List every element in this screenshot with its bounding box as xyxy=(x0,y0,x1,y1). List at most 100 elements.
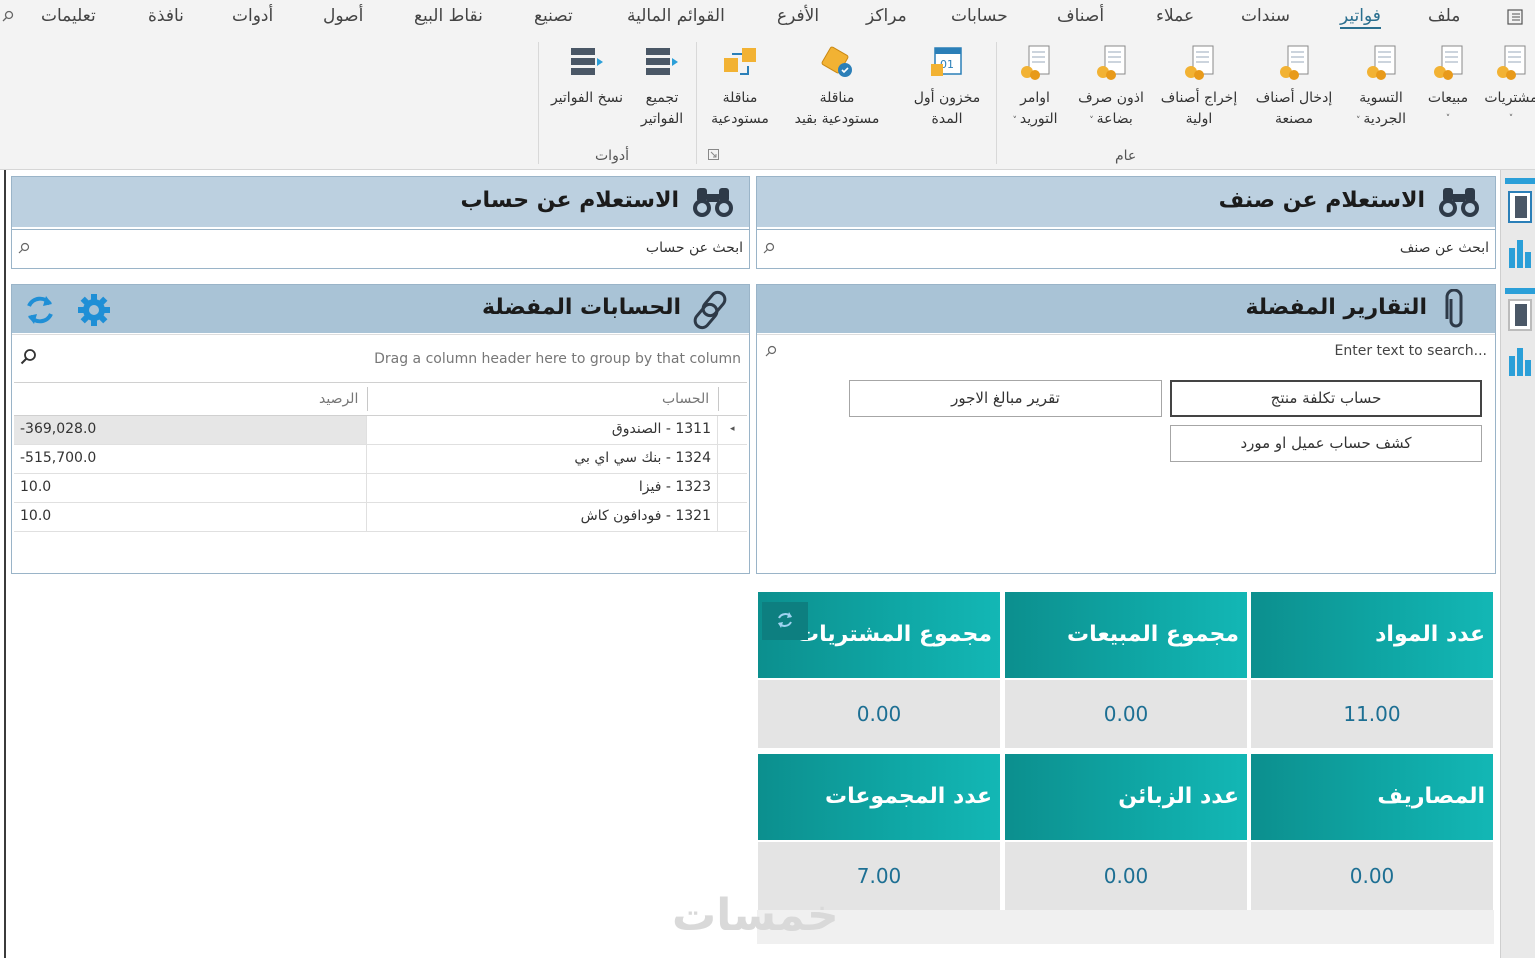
sales-button[interactable]: مبيعات ˅ xyxy=(1420,40,1476,130)
menu-file[interactable]: ملف xyxy=(1428,6,1460,26)
stat-tile-items-count: عدد المواد xyxy=(1251,592,1493,678)
refresh-icon xyxy=(778,612,792,628)
wages-report-button[interactable]: تقرير مبالغ الاجور xyxy=(849,380,1162,417)
dropdown-arrow-icon: ˅ xyxy=(1508,114,1514,124)
search-icon[interactable] xyxy=(2,10,14,22)
invoice-icon xyxy=(1021,45,1050,80)
purchases-button[interactable]: مشتريات ˅ xyxy=(1480,40,1535,130)
dropdown-arrow-icon: ˅ xyxy=(1089,116,1097,126)
ribbon: مشتريات ˅ مبيعات ˅ التسوية ˅ الجردية إدخ… xyxy=(0,36,1535,170)
row-indicator-icon: ◂ xyxy=(730,424,735,434)
reports-search-placeholder: Enter text to search... xyxy=(1334,343,1487,359)
manufactured-items-in-label-2: مصنعة xyxy=(1274,111,1314,127)
manufactured-items-in-label: إدخال أصناف xyxy=(1255,90,1333,106)
favorite-reports-header: التقارير المفضلة xyxy=(757,285,1495,333)
gear-icon[interactable] xyxy=(76,292,112,328)
menu-financial-statements[interactable]: القوائم المالية xyxy=(627,6,725,26)
table-row[interactable]: 10.0 1323 - فيزا xyxy=(14,474,747,503)
menu-items[interactable]: أصناف xyxy=(1057,6,1104,26)
menu-vouchers[interactable]: سندات xyxy=(1241,6,1290,26)
balance-cell[interactable]: -369,028.0 xyxy=(14,416,367,444)
balance-cell[interactable]: 10.0 xyxy=(14,474,367,502)
stat-label: عدد المجموعات xyxy=(824,784,992,809)
stat-value: 0.00 xyxy=(1005,842,1247,910)
column-header-balance[interactable]: الرصيد xyxy=(319,391,358,407)
column-separator xyxy=(367,387,368,411)
chart-icon[interactable] xyxy=(1507,344,1535,376)
search-icon xyxy=(18,242,30,254)
menu-accounts[interactable]: حسابات xyxy=(951,6,1008,26)
table-row[interactable]: -515,700.0 1324 - بنك سي اي بي xyxy=(14,445,747,474)
account-search-panel: الاستعلام عن حساب ابحث عن حساب xyxy=(11,176,750,269)
watermark: خمسات xyxy=(672,890,839,941)
warehouse-transfer-label: مناقلة xyxy=(722,90,758,106)
warehouse-transfer-entry-label-2: مستودعية بقيد xyxy=(794,111,880,127)
copy-icon xyxy=(571,48,603,75)
menu-invoices[interactable]: فواتير xyxy=(1340,6,1381,29)
sales-label: مبيعات xyxy=(1427,90,1469,106)
merge-invoices-button[interactable]: تجميع الفواتير xyxy=(634,40,690,130)
app-menu-icon[interactable] xyxy=(1506,8,1524,26)
group-label-tools: أدوات xyxy=(595,148,629,164)
raw-items-out-label: إخراج أصناف xyxy=(1160,90,1238,106)
menu-centers[interactable]: مراكز xyxy=(866,6,907,26)
menu-assets[interactable]: أصول xyxy=(323,6,363,26)
menu-help[interactable]: تعليمات xyxy=(41,6,96,26)
search-icon[interactable] xyxy=(20,348,38,366)
account-cell[interactable]: 1323 - فيزا xyxy=(368,474,718,502)
balance-cell[interactable]: -515,700.0 xyxy=(14,445,367,473)
reports-search-input[interactable]: Enter text to search... xyxy=(757,334,1495,366)
stat-tile-sales-total: مجموع المبيعات xyxy=(1005,592,1247,678)
menu-pos[interactable]: نقاط البيع xyxy=(414,6,483,26)
raw-items-out-button[interactable]: إخراج أصناف اولية xyxy=(1156,40,1242,130)
stats-refresh-button[interactable] xyxy=(762,602,808,640)
dropdown-arrow-icon: ˅ xyxy=(1445,114,1451,124)
account-cell[interactable]: 1311 - الصندوق xyxy=(368,416,718,444)
product-cost-report-button[interactable]: حساب تكلفة منتج xyxy=(1170,380,1482,417)
group-by-hint: Drag a column header here to group by th… xyxy=(374,351,741,367)
layout-icon[interactable] xyxy=(1505,178,1535,224)
table-row[interactable]: -369,028.0 1311 - الصندوق ◂ xyxy=(14,416,747,445)
invoice-icon xyxy=(1097,45,1126,80)
invoice-icon xyxy=(1434,45,1463,80)
refresh-icon[interactable] xyxy=(22,292,58,328)
account-search-input[interactable]: ابحث عن حساب xyxy=(12,229,749,268)
account-search-placeholder: ابحث عن حساب xyxy=(645,240,743,256)
menu-manufacturing[interactable]: تصنيع xyxy=(534,6,573,26)
menu-tools[interactable]: أدوات xyxy=(232,6,273,26)
layout-icon[interactable] xyxy=(1505,288,1535,332)
merge-invoices-label-2: الفواتير xyxy=(640,111,684,127)
menu-branches[interactable]: الأفرع xyxy=(777,6,819,26)
account-cell[interactable]: 1321 - فودافون كاش xyxy=(368,503,718,531)
table-row[interactable]: 10.0 1321 - فودافون كاش xyxy=(14,503,747,532)
item-search-input[interactable]: ابحث عن صنف xyxy=(757,229,1495,268)
copy-invoices-button[interactable]: نسخ الفواتير xyxy=(544,40,630,109)
account-search-header: الاستعلام عن حساب xyxy=(12,177,749,227)
column-header-account[interactable]: الحساب xyxy=(662,391,709,407)
goods-issue-button[interactable]: اذون صرف ˅ بضاعة xyxy=(1072,40,1150,132)
balance-cell[interactable]: 10.0 xyxy=(14,503,367,531)
merge-invoices-label: تجميع xyxy=(645,90,679,106)
copy-invoices-label: نسخ الفواتير xyxy=(550,90,624,106)
ribbon-separator xyxy=(696,42,697,164)
account-cell[interactable]: 1324 - بنك سي اي بي xyxy=(368,445,718,473)
inventory-adjustment-label: التسوية xyxy=(1359,90,1403,106)
invoice-icon xyxy=(1497,45,1526,80)
menu-window[interactable]: نافذة xyxy=(148,6,184,26)
item-search-panel: الاستعلام عن صنف ابحث عن صنف xyxy=(756,176,1496,269)
invoice-icon xyxy=(1280,45,1309,80)
inventory-adjustment-label-2: الجردية xyxy=(1363,111,1406,127)
warehouse-transfer-entry-button[interactable]: مناقلة مستودعية بقيد xyxy=(782,40,892,130)
opening-stock-button[interactable]: 01 مخزون أول المدة xyxy=(906,40,988,130)
menu-customers[interactable]: عملاء xyxy=(1156,6,1194,26)
warehouse-transfer-button[interactable]: مناقلة مستودعية xyxy=(702,40,778,130)
supply-orders-button[interactable]: اوامر ˅ التوريد xyxy=(1004,40,1066,132)
group-by-area[interactable]: Drag a column header here to group by th… xyxy=(12,334,749,378)
favorite-accounts-title: الحسابات المفضلة xyxy=(482,295,681,320)
manufactured-items-in-button[interactable]: إدخال أصناف مصنعة xyxy=(1248,40,1340,130)
customer-statement-button[interactable]: كشف حساب عميل او مورد xyxy=(1170,425,1482,462)
item-search-placeholder: ابحث عن صنف xyxy=(1399,240,1489,256)
inventory-adjustment-button[interactable]: التسوية ˅ الجردية xyxy=(1346,40,1416,132)
dialog-launcher-icon[interactable] xyxy=(708,149,719,160)
chart-icon[interactable] xyxy=(1507,236,1535,268)
